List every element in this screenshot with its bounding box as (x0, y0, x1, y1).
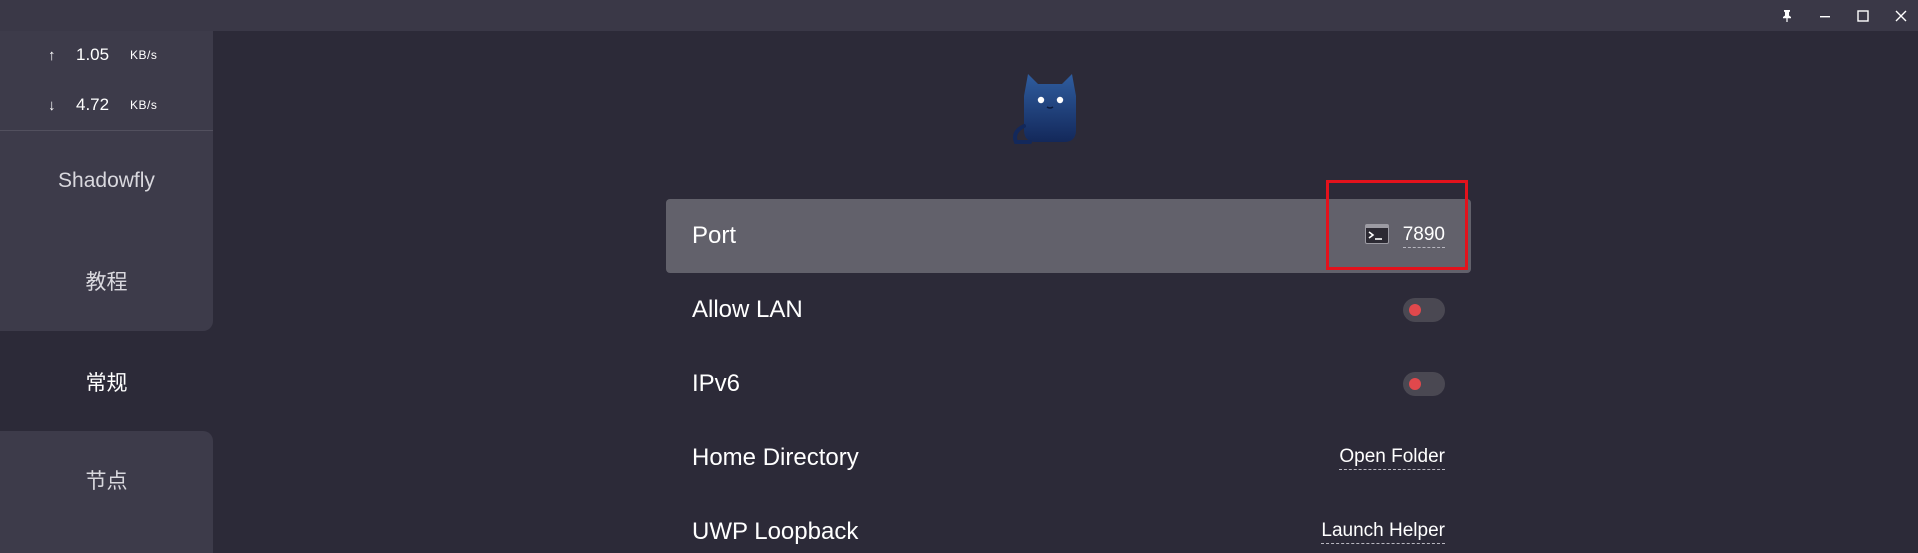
pin-icon[interactable] (1768, 0, 1806, 31)
setting-uwp-loopback: UWP Loopback Launch Helper (666, 495, 1471, 553)
sidebar-item-label: 教程 (85, 271, 128, 294)
sidebar-divider (0, 130, 213, 131)
toggle-knob (1409, 378, 1421, 390)
sidebar-item-shadowfly[interactable]: Shadowfly (0, 161, 213, 201)
download-unit: KB/s (130, 98, 158, 112)
download-speed: ↓ 4.72 KB/s (48, 93, 157, 117)
download-arrow-icon: ↓ (48, 96, 56, 114)
allow-lan-toggle[interactable] (1403, 298, 1445, 322)
title-bar (0, 0, 1918, 31)
clash-cat-logo (1010, 66, 1090, 146)
sidebar-item-general[interactable]: 常规 (0, 362, 213, 402)
open-folder-link[interactable]: Open Folder (1339, 446, 1445, 470)
sidebar-item-tutorial[interactable]: 教程 (0, 261, 213, 301)
home-directory-label: Home Directory (692, 444, 859, 471)
minimize-icon[interactable] (1806, 0, 1844, 31)
upload-arrow-icon: ↑ (48, 46, 56, 64)
ipv6-label: IPv6 (692, 370, 741, 397)
sidebar-item-label: 常规 (85, 372, 128, 395)
toggle-knob (1409, 304, 1421, 316)
sidebar-item-label: 节点 (85, 470, 128, 493)
allow-lan-label: Allow LAN (692, 296, 803, 323)
sidebar: ↑ 1.05 KB/s ↓ 4.72 KB/s Shadowfly 教程 常规 … (0, 31, 213, 553)
setting-allow-lan: Allow LAN (666, 273, 1471, 347)
sidebar-item-label: Shadowfly (58, 169, 155, 192)
close-icon[interactable] (1882, 0, 1918, 31)
port-label: Port (692, 222, 737, 249)
upload-value: 1.05 (76, 45, 110, 64)
setting-ipv6: IPv6 (666, 347, 1471, 421)
launch-helper-link[interactable]: Launch Helper (1321, 520, 1445, 544)
app-window: ↑ 1.05 KB/s ↓ 4.72 KB/s Shadowfly 教程 常规 … (0, 0, 1918, 553)
maximize-icon[interactable] (1844, 0, 1882, 31)
download-value: 4.72 (76, 95, 110, 114)
uwp-loopback-label: UWP Loopback (692, 518, 859, 545)
upload-unit: KB/s (130, 48, 158, 62)
sidebar-item-proxies[interactable]: 节点 (0, 460, 213, 500)
setting-home-directory: Home Directory Open Folder (666, 421, 1471, 495)
sidebar-lower-panel: 节点 (0, 431, 213, 553)
sidebar-upper-panel: ↑ 1.05 KB/s ↓ 4.72 KB/s Shadowfly 教程 (0, 31, 213, 331)
annotation-highlight-box (1326, 180, 1468, 270)
upload-speed: ↑ 1.05 KB/s (48, 43, 157, 67)
ipv6-toggle[interactable] (1403, 372, 1445, 396)
